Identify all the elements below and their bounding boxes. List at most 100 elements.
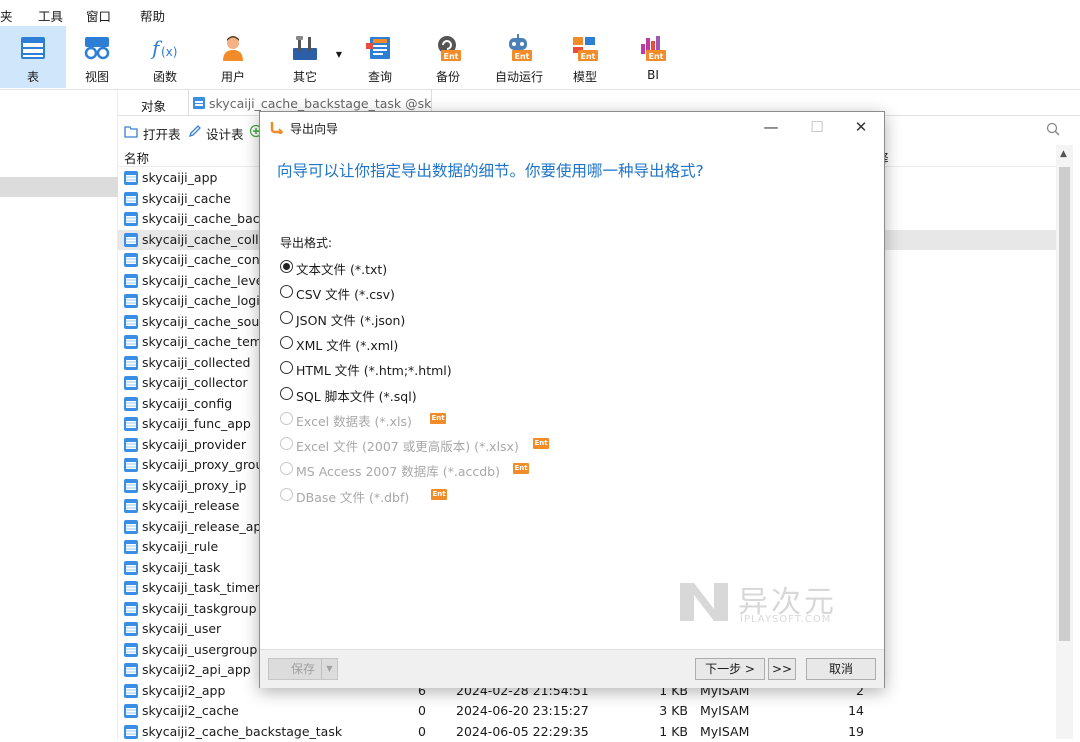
table-name: skycaiji_cache_temp [142,334,270,349]
radio-button[interactable] [280,285,293,299]
toolbar-other-button[interactable]: 其它 ▼ [272,26,342,88]
design-table-button[interactable]: 设计表 [206,124,244,143]
option-label: SQL 脚本文件 (*.sql) [296,388,417,404]
column-name-header[interactable]: 名称 [124,148,149,167]
toolbar-automation-button[interactable]: Ent 自动运行 [483,26,555,88]
table-name: skycaiji_cache_login [142,293,268,308]
table-icon [124,212,138,226]
vertical-scrollbar[interactable]: ▲ [1056,145,1073,739]
table-icon [124,622,138,636]
scrollbar-thumb[interactable] [1059,167,1070,641]
toolbar-backup-button[interactable]: Ent 备份 [415,26,481,88]
table-name: skycaiji_usergroup [142,641,258,657]
dialog-titlebar[interactable]: 导出向导 — ☐ ✕ [260,112,884,142]
toolbar-user-button[interactable]: 用户 [200,26,266,88]
table-name: skycaiji2_app [142,682,226,698]
navigation-pane[interactable] [0,90,118,739]
close-button[interactable]: ✕ [838,112,884,142]
table-name: skycaiji_cache_backst [142,211,279,226]
svg-text:Ent: Ent [444,52,459,61]
radio-button [280,487,293,501]
menu-bar: 夹 工具 窗口 帮助 [0,0,1080,26]
option-label: DBase 文件 (*.dbf) [296,489,410,505]
robot-icon: Ent [509,34,532,61]
chevron-down-icon[interactable]: ▼ [336,50,342,59]
tab-objects[interactable]: 对象 [141,96,166,115]
svg-text:Ent: Ent [515,52,530,61]
minimize-button[interactable]: — [748,112,794,142]
svg-text:Ent: Ent [649,52,664,61]
radio-button[interactable] [280,335,293,349]
backup-icon: Ent [438,36,461,61]
option-label: HTML 文件 (*.htm;*.html) [296,363,452,379]
export-wizard-dialog: 导出向导 — ☐ ✕ 向导可以让你指定导出数据的细节。你要使用哪一种导出格式? … [259,111,885,688]
table-icon [124,273,138,288]
radio-button [280,411,293,425]
table-name: skycaiji_app [142,170,218,185]
table-icon [124,437,138,452]
radio-button [280,437,293,451]
menu-tools[interactable]: 工具 [38,6,63,25]
table-icon [124,335,138,349]
table-name: skycaiji_task [142,559,221,575]
export-format-label: 导出格式: [280,236,333,250]
table-icon [124,417,138,431]
table-name: skycaiji_collected [142,354,251,370]
menu-favorites[interactable]: 夹 [0,6,13,25]
table-icon [124,355,138,370]
radio-button[interactable] [280,361,293,375]
cancel-button[interactable]: 取消 [806,658,876,680]
table-icon [124,478,138,493]
scroll-up-icon[interactable]: ▲ [1060,149,1067,159]
open-folder-icon [124,126,138,138]
table-row[interactable]: skycaiji2_cache 0 2024-06-20 23:15:27 3 KB M… [118,701,1058,721]
table-name: skycaiji_taskgroup [142,600,257,616]
menu-help[interactable]: 帮助 [140,6,165,25]
open-table-button[interactable]: 打开表 [143,124,181,143]
dialog-footer: 保存 ▼ 下一步 > >> 取消 [260,649,884,688]
radio-button[interactable] [280,260,293,273]
table-name: skycaiji_proxy_group [142,457,272,472]
option-label: Excel 文件 (2007 或更高版本) (*.xlsx) [296,439,519,455]
option-label: CSV 文件 (*.csv) [296,287,395,303]
table-icon [124,253,138,267]
chevron-down-icon: ▼ [321,659,337,679]
enterprise-badge-icon: Ent [430,412,446,424]
watermark-icon [680,583,728,621]
table-icon [124,601,138,616]
table-icon [124,704,138,718]
sidebar-selected-item[interactable] [0,177,118,197]
table-icon [124,314,138,329]
main-toolbar: 表 视图 f (x) 函数 用户 其它 ▼ 查询 Ent 备份 Ent 自动运行… [0,26,1080,90]
toolbar-function-button[interactable]: f (x) 函数 [132,26,198,88]
auto-increment: 19 [848,723,864,739]
toolbar-view-button[interactable]: 视图 [64,26,130,88]
radio-button[interactable] [280,386,293,400]
table-icon [124,376,138,390]
next-button[interactable]: 下一步 > [695,658,765,680]
option-label: MS Access 2007 数据库 (*.accdb) [296,464,500,480]
last-step-button[interactable]: >> [768,658,796,680]
radio-button[interactable] [280,310,293,324]
table-icon [124,663,138,677]
table-name: skycaiji_rule [142,539,219,554]
option-label: XML 文件 (*.xml) [296,337,399,353]
option-label: JSON 文件 (*.json) [296,312,406,328]
watermark-logo: 异次元 IPLAYSOFT.COM [676,577,866,627]
search-icon[interactable] [1046,122,1060,136]
table-icon [124,294,138,308]
toolbar-bi-button[interactable]: Ent BI [620,26,686,88]
enterprise-badge-icon: Ent [431,488,447,500]
menu-window[interactable]: 窗口 [86,6,111,25]
table-icon [21,37,45,59]
toolbar-table-button[interactable]: 表 [0,26,66,88]
option-label: 文本文件 (*.txt) [296,262,388,277]
maximize-button: ☐ [810,118,824,136]
toolbar-model-button[interactable]: Ent 模型 [552,26,618,88]
bi-chart-icon: Ent [641,36,666,61]
toolbar-query-button[interactable]: 查询 [347,26,413,88]
table-icon [124,519,138,534]
table-name: skycaiji_release_app [142,518,270,534]
svg-text:Ent: Ent [581,52,596,61]
table-name: skycaiji_user [142,621,222,636]
